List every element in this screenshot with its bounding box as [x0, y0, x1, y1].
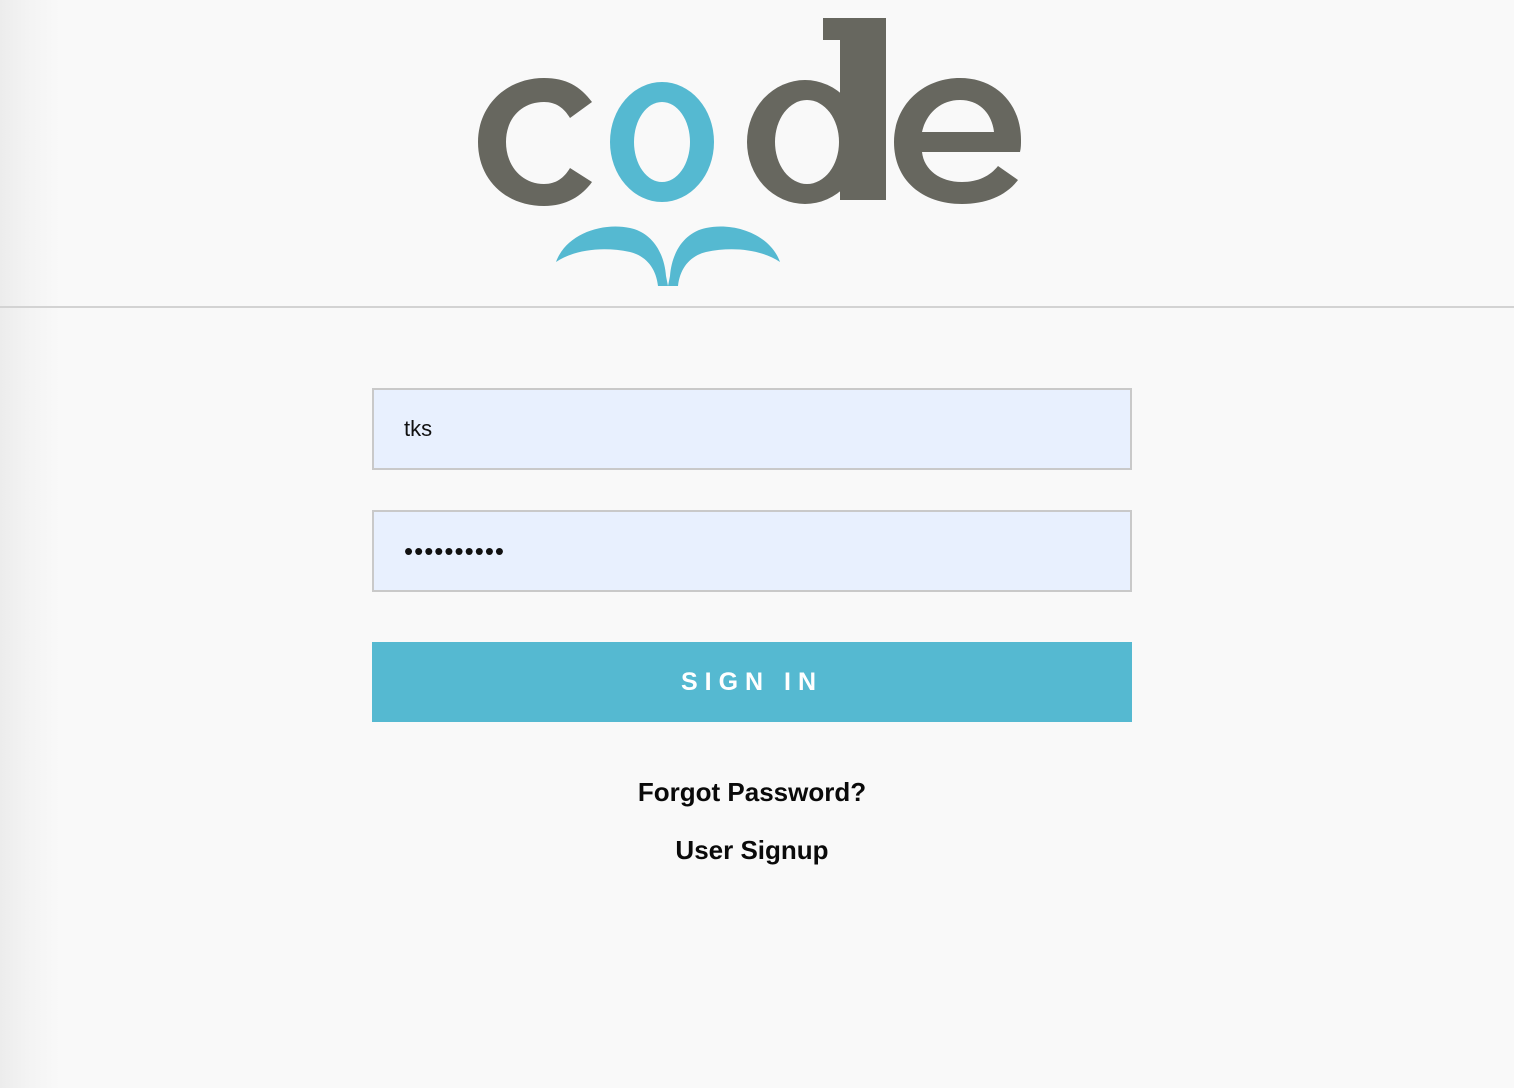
forgot-password-link[interactable]: Forgot Password? — [372, 777, 1132, 807]
username-input[interactable] — [372, 388, 1132, 470]
user-signup-link[interactable]: User Signup — [372, 835, 1132, 865]
login-page: SIGN IN Forgot Password? User Signup — [0, 0, 1514, 1088]
header — [0, 0, 1514, 308]
code-logo — [470, 10, 1030, 295]
auth-links: Forgot Password? User Signup — [372, 777, 1132, 865]
sign-in-button[interactable]: SIGN IN — [372, 642, 1132, 722]
password-input[interactable] — [372, 510, 1132, 592]
login-form: SIGN IN Forgot Password? User Signup — [372, 388, 1132, 865]
